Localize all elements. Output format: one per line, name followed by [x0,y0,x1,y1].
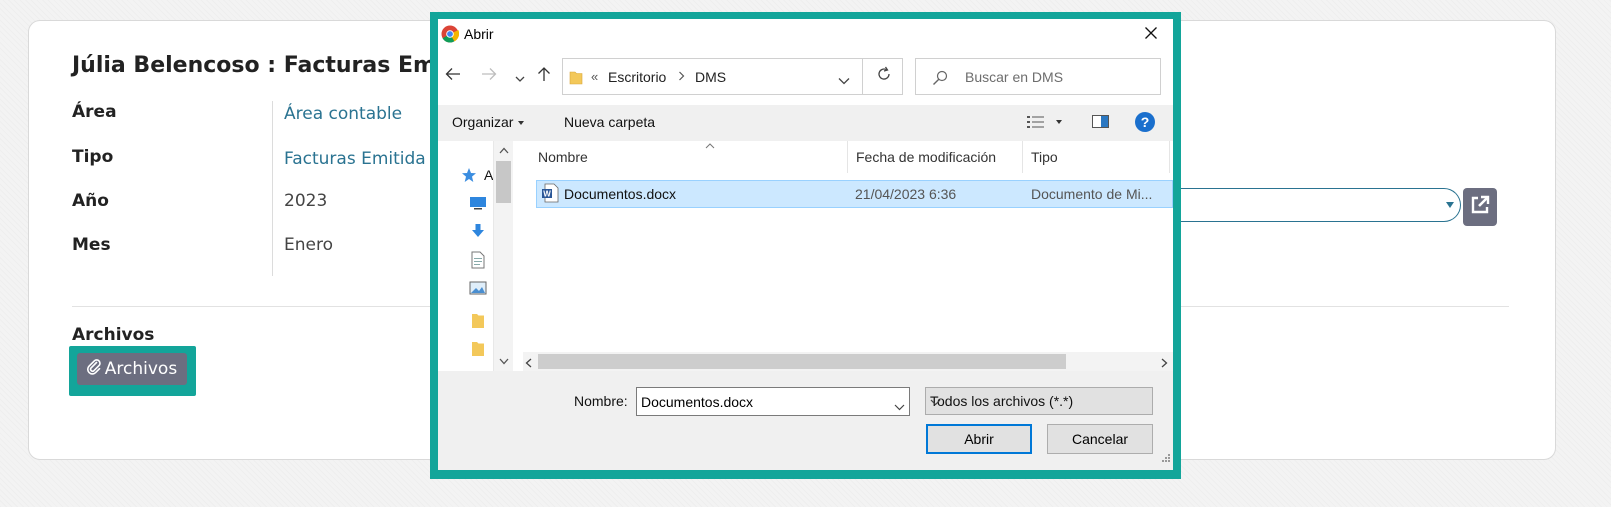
field-value-area-link[interactable]: Área contable [284,104,402,124]
file-name: Documentos.docx [564,186,677,202]
scroll-right-arrow-icon[interactable] [1161,356,1168,371]
field-separator [272,101,273,276]
recent-locations-chevron-icon[interactable] [515,71,525,87]
field-label-tipo: Tipo [72,147,114,167]
refresh-button[interactable] [862,58,904,95]
quick-access-label[interactable]: A [484,167,493,183]
dialog-footer: Nombre: Todos los archivos (*.*) Abrir C… [438,371,1173,470]
file-list-horizontal-scrollbar[interactable] [523,352,1173,371]
file-list-pane: Nombre Fecha de modificación Tipo W Docu… [513,141,1173,371]
column-header-type[interactable]: Tipo [1023,141,1170,173]
record-title: Júlia Belencoso : Facturas Emiti [72,53,462,78]
filename-label: Nombre: [574,393,628,409]
dialog-title: Abrir [464,26,494,42]
sort-ascending-icon [705,141,715,152]
svg-text:?: ? [1141,114,1150,130]
downloads-icon[interactable] [470,223,486,244]
filename-input[interactable] [636,387,910,416]
quick-access-star-icon[interactable] [461,167,477,188]
chevron-down-icon [1446,202,1454,208]
nav-pane-scrollbar[interactable] [493,141,513,371]
file-type-filter-select[interactable]: Todos los archivos (*.*) [925,387,1153,415]
caret-down-icon [518,121,525,126]
paperclip-icon [86,358,101,380]
scrollbar-thumb[interactable] [538,354,1066,369]
scroll-down-arrow-icon[interactable] [499,357,509,368]
breadcrumb-escritorio[interactable]: Escritorio [608,69,666,85]
svg-text:W: W [543,190,551,199]
chrome-icon [441,25,460,43]
open-button[interactable]: Abrir [926,424,1032,454]
forward-arrow-icon[interactable] [481,67,497,85]
chevron-down-icon [930,393,1146,409]
archivos-button[interactable]: Archivos [77,353,187,385]
file-modified: 21/04/2023 6:36 [855,186,957,202]
field-label-mes: Mes [72,235,111,255]
close-button[interactable] [1129,19,1173,50]
dialog-toolbar: Organizar Nueva carpeta ? [438,105,1173,141]
pictures-icon[interactable] [469,281,487,300]
file-open-dialog: Abrir « Escritorio DMS Buscar en DMS Org… [438,19,1173,470]
archivos-section-label: Archivos [72,325,155,345]
column-header-name[interactable]: Nombre [530,141,848,173]
file-type: Documento de Mi... [1031,186,1153,202]
organize-label: Organizar [452,114,514,130]
related-record-select[interactable] [1169,188,1461,222]
breadcrumb-dms[interactable]: DMS [695,69,726,85]
navigation-pane: A [438,141,513,371]
scrollbar-thumb[interactable] [496,161,511,203]
breadcrumb-chevron-icon[interactable] [678,69,685,84]
up-arrow-icon[interactable] [537,66,551,86]
address-bar[interactable]: « Escritorio DMS [562,58,903,95]
search-placeholder: Buscar en DMS [965,69,1064,85]
help-icon[interactable]: ? [1134,111,1156,138]
breadcrumb-overflow[interactable]: « [591,69,598,84]
folder-icon[interactable] [471,339,485,362]
field-value-mes: Enero [284,235,333,255]
field-value-anio: 2023 [284,191,328,211]
folder-icon [569,69,583,90]
desktop-icon[interactable] [469,195,487,216]
external-link-button[interactable] [1463,188,1497,226]
scroll-up-arrow-icon[interactable] [499,146,509,157]
view-options-icon[interactable] [1026,114,1046,135]
column-header-modified[interactable]: Fecha de modificación [848,141,1023,173]
dialog-titlebar[interactable]: Abrir [438,19,1173,50]
scroll-left-arrow-icon[interactable] [525,356,532,371]
column-header-type-label: Tipo [1031,149,1058,165]
resize-grip-icon[interactable] [1160,449,1170,467]
search-box[interactable]: Buscar en DMS [915,58,1161,95]
refresh-icon [876,66,892,87]
folder-icon[interactable] [471,311,485,334]
filename-history-chevron-icon[interactable] [894,398,905,416]
preview-pane-icon[interactable] [1091,114,1111,135]
word-document-icon: W [541,183,559,206]
archivos-button-label: Archivos [104,359,178,379]
cancel-button[interactable]: Cancelar [1047,424,1153,454]
field-label-area: Área [72,102,117,122]
file-row[interactable]: W Documentos.docx 21/04/2023 6:36 Docume… [536,180,1173,208]
column-header-name-label: Nombre [538,149,588,165]
new-folder-button[interactable]: Nueva carpeta [564,114,655,130]
view-options-caret-icon[interactable] [1056,120,1062,124]
back-arrow-icon[interactable] [445,67,461,85]
column-header-modified-label: Fecha de modificación [856,149,997,165]
close-icon [1145,26,1157,44]
organize-menu-button[interactable]: Organizar [452,114,525,130]
external-link-icon [1468,193,1492,221]
field-label-anio: Año [72,191,109,211]
documents-icon[interactable] [471,251,485,274]
address-history-chevron-icon[interactable] [838,72,850,90]
search-icon [932,70,948,91]
field-value-tipo-link[interactable]: Facturas Emitida [284,149,426,169]
